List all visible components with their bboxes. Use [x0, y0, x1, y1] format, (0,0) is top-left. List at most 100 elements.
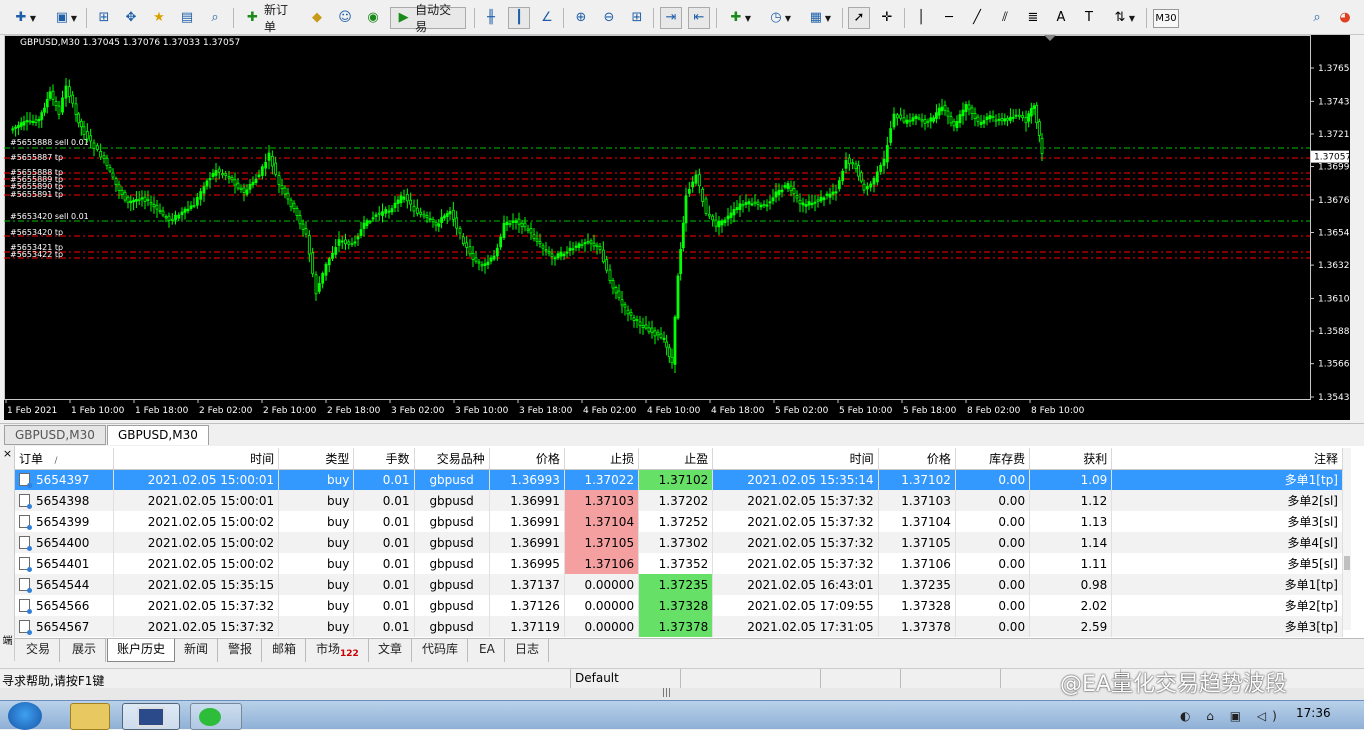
- col-header-open-time[interactable]: 时间: [113, 448, 280, 470]
- candle-body: [568, 247, 572, 252]
- terminal-scrollbar[interactable]: [1343, 448, 1351, 630]
- taskbar-clock[interactable]: 17:36: [1296, 706, 1331, 720]
- candle-body: [747, 201, 751, 205]
- price-chart[interactable]: 1.37655 1.37430 1.37210 1.36990 1.36765 1.365…: [4, 35, 1350, 420]
- col-header-order[interactable]: 订单 /: [15, 448, 114, 470]
- tab-trade[interactable]: 交易: [17, 639, 61, 662]
- candle-body: [875, 171, 879, 183]
- col-header-close-time[interactable]: 时间: [712, 448, 879, 470]
- col-header-open-price[interactable]: 价格: [489, 448, 565, 470]
- cell-sl: 1.37105: [564, 532, 640, 553]
- text-button[interactable]: A: [1050, 7, 1072, 29]
- text-label-button[interactable]: T: [1078, 7, 1100, 29]
- crosshair-button[interactable]: ✛: [876, 7, 898, 29]
- col-header-close-price[interactable]: 价格: [878, 448, 956, 470]
- candle-body: [108, 167, 112, 172]
- explorer-task[interactable]: [70, 703, 110, 730]
- tab-exposure[interactable]: 展示: [63, 639, 107, 662]
- table-row[interactable]: 5654398 2021.02.05 15:00:01 buy 0.01 gbpusd 1…: [15, 490, 1343, 511]
- watermark: @EA量化交易趋势波段: [1060, 672, 1287, 697]
- cursor-button[interactable]: ➚: [848, 7, 870, 29]
- periods-button[interactable]: ◷ ▼: [762, 7, 796, 29]
- wechat-task[interactable]: [190, 703, 242, 730]
- candle-body: [85, 131, 89, 140]
- dropdown-arrow-icon: ▼: [29, 13, 37, 23]
- data-window-button[interactable]: ✥: [120, 7, 142, 29]
- table-row[interactable]: 5654397 2021.02.05 15:00:01 buy 0.01 gbpusd 1…: [15, 469, 1343, 490]
- tab-news[interactable]: 新闻: [175, 639, 219, 662]
- horizontal-line-button[interactable]: ─: [938, 7, 960, 29]
- trendline-button[interactable]: ╱: [966, 7, 988, 29]
- tab-articles[interactable]: 文章: [369, 639, 413, 662]
- cell-order: 5654397: [15, 469, 114, 490]
- candle-body: [149, 202, 153, 205]
- search-button[interactable]: ⌕: [1306, 7, 1328, 29]
- candle-body: [943, 104, 947, 111]
- table-row[interactable]: 5654400 2021.02.05 15:00:02 buy 0.01 gbpusd 1…: [15, 532, 1343, 553]
- start-button[interactable]: [8, 702, 42, 730]
- terminal-button[interactable]: ▤: [176, 7, 198, 29]
- profiles-button[interactable]: ▣ ▼: [48, 7, 82, 29]
- strategy-tester-button[interactable]: ⌕: [204, 7, 226, 29]
- tab-journal[interactable]: 日志: [506, 639, 550, 662]
- bar-chart-button[interactable]: ╫: [480, 7, 502, 29]
- col-header-profit[interactable]: 获利: [1029, 448, 1113, 470]
- zoom-in-button[interactable]: ⊕: [570, 7, 592, 29]
- tab-mailbox[interactable]: 邮箱: [263, 639, 307, 662]
- signals-button[interactable]: ☺: [334, 7, 356, 29]
- col-header-swap[interactable]: 库存费: [955, 448, 1031, 470]
- fibonacci-button[interactable]: ≣: [1022, 7, 1044, 29]
- new-order-button[interactable]: ✚ 新订单: [240, 3, 302, 34]
- tab-market[interactable]: 市场122: [307, 639, 369, 662]
- chart-shift-button[interactable]: ⇤: [688, 7, 710, 29]
- arrows-button[interactable]: ⇅ ▼: [1106, 7, 1140, 29]
- zoom-out-button[interactable]: ⊖: [598, 7, 620, 29]
- vps-button[interactable]: ◉: [362, 7, 384, 29]
- col-header-sl[interactable]: 止损: [564, 448, 640, 470]
- channel-button[interactable]: ⫽: [994, 7, 1016, 29]
- price-label: 1.36545: [1318, 229, 1350, 239]
- table-row[interactable]: 5654566 2021.02.05 15:37:32 buy 0.01 gbpusd 1…: [15, 595, 1343, 616]
- table-row[interactable]: 5654399 2021.02.05 15:00:02 buy 0.01 gbpusd 1…: [15, 511, 1343, 532]
- tab-alerts[interactable]: 警报: [219, 639, 263, 662]
- indicators-button[interactable]: ✚ ▼: [722, 7, 756, 29]
- candle-body: [311, 252, 315, 275]
- auto-scroll-button[interactable]: ⇥: [660, 7, 682, 29]
- table-row[interactable]: 5654544 2021.02.05 15:35:15 buy 0.01 gbpusd 1…: [15, 574, 1343, 595]
- col-header-comment[interactable]: 注释: [1111, 448, 1343, 470]
- close-icon[interactable]: ×: [2, 448, 13, 459]
- timeframe-button[interactable]: M30: [1153, 9, 1179, 28]
- horizontal-line-icon: ─: [945, 10, 953, 25]
- tab-code-base[interactable]: 代码库: [413, 639, 469, 662]
- mt4-task[interactable]: [122, 703, 180, 730]
- line-chart-button[interactable]: ∠: [536, 7, 558, 29]
- col-header-type[interactable]: 类型: [278, 448, 355, 470]
- candlestick-button[interactable]: ┃: [508, 7, 530, 29]
- col-header-tp[interactable]: 止盈: [638, 448, 714, 470]
- community-button[interactable]: ◕: [1334, 7, 1356, 29]
- candle-body: [199, 191, 203, 200]
- col-header-symbol[interactable]: 交易品种: [414, 448, 490, 470]
- auto-trading-button[interactable]: ▶ 自动交易: [390, 3, 466, 34]
- tab-account-history[interactable]: 账户历史: [107, 639, 176, 662]
- tab-experts[interactable]: EA: [470, 639, 505, 662]
- navigator-button[interactable]: ★: [148, 7, 170, 29]
- metaeditor-button[interactable]: ◆: [306, 7, 328, 29]
- table-row[interactable]: 5654567 2021.02.05 15:37:32 buy 0.01 gbpusd 1…: [15, 616, 1343, 637]
- new-chart-button[interactable]: ✚ ▼: [6, 7, 42, 29]
- vertical-line-button[interactable]: │: [910, 7, 932, 29]
- time-label: 4 Feb 18:00: [711, 406, 765, 416]
- system-tray[interactable]: ◐ ⌂ ▣ ◁): [1180, 709, 1283, 723]
- scrollbar-thumb[interactable]: [1344, 556, 1350, 570]
- chart-tab-2[interactable]: GBPUSD,M30: [107, 425, 209, 445]
- templates-button[interactable]: ▦ ▼: [802, 7, 836, 29]
- cell-close-price: 1.37105: [878, 532, 956, 553]
- new-order-label: 新订单: [264, 3, 289, 34]
- market-watch-button[interactable]: ⊞: [93, 7, 115, 29]
- table-row[interactable]: 5654401 2021.02.05 15:00:02 buy 0.01 gbpusd 1…: [15, 553, 1343, 574]
- candle-body: [1029, 108, 1033, 117]
- candle-body: [270, 155, 274, 167]
- col-header-volume[interactable]: 手数: [353, 448, 415, 470]
- chart-tab-1[interactable]: GBPUSD,M30: [4, 425, 106, 445]
- tile-windows-button[interactable]: ⊞: [626, 7, 648, 29]
